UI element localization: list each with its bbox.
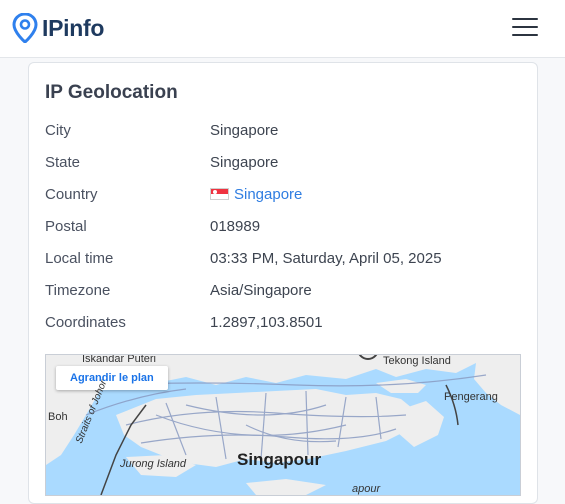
enlarge-map-button[interactable]: Agrandir le plan <box>56 366 168 390</box>
ipinfo-logo[interactable]: IPinfo <box>12 13 104 43</box>
row-local-time: Local time 03:33 PM, Saturday, April 05,… <box>45 250 515 274</box>
row-value: Singapore <box>210 186 302 203</box>
map-label-pengerang: Pengerang <box>444 391 498 403</box>
row-label: Timezone <box>45 282 111 299</box>
map-label-iskandar: Iskandar Puteri <box>82 354 156 365</box>
map-label-jurong: Jurong Island <box>120 458 187 470</box>
card-title: IP Geolocation <box>45 82 178 103</box>
row-label: Coordinates <box>45 314 126 331</box>
row-value: 018989 <box>210 218 261 235</box>
row-label: Postal <box>45 218 87 235</box>
ip-geolocation-card: IP Geolocation City Singapore State Sing… <box>28 62 538 504</box>
map-label-bottom: apour <box>352 483 381 495</box>
map-label-boh: Boh <box>48 411 68 423</box>
row-value: Asia/Singapore <box>210 282 312 299</box>
row-value: 03:33 PM, Saturday, April 05, 2025 <box>210 250 442 267</box>
location-pin-icon <box>12 13 38 43</box>
row-value: Singapore <box>210 154 279 171</box>
row-label: State <box>45 154 81 171</box>
map-label-singapour: Singapour <box>237 450 322 469</box>
country-link[interactable]: Singapore <box>234 186 302 203</box>
row-timezone: Timezone Asia/Singapore <box>45 282 515 306</box>
row-label: Local time <box>45 250 114 267</box>
row-state: State Singapore <box>45 154 515 178</box>
hamburger-menu-icon[interactable] <box>512 18 540 38</box>
row-city: City Singapore <box>45 122 515 146</box>
location-map[interactable]: Agrandir le plan Iskandar Puteri Tekong … <box>45 354 521 496</box>
row-label: Country <box>45 186 98 203</box>
row-value: 1.2897,103.8501 <box>210 314 323 331</box>
row-value: Singapore <box>210 122 279 139</box>
row-label: City <box>45 122 71 139</box>
row-coordinates: Coordinates 1.2897,103.8501 <box>45 314 515 338</box>
top-navigation-bar: IPinfo <box>0 0 565 58</box>
row-country: Country Singapore <box>45 186 515 210</box>
map-label-tekong: Tekong Island <box>383 355 451 367</box>
singapore-flag-icon <box>210 188 229 200</box>
row-postal: Postal 018989 <box>45 218 515 242</box>
logo-text: IPinfo <box>42 14 105 41</box>
